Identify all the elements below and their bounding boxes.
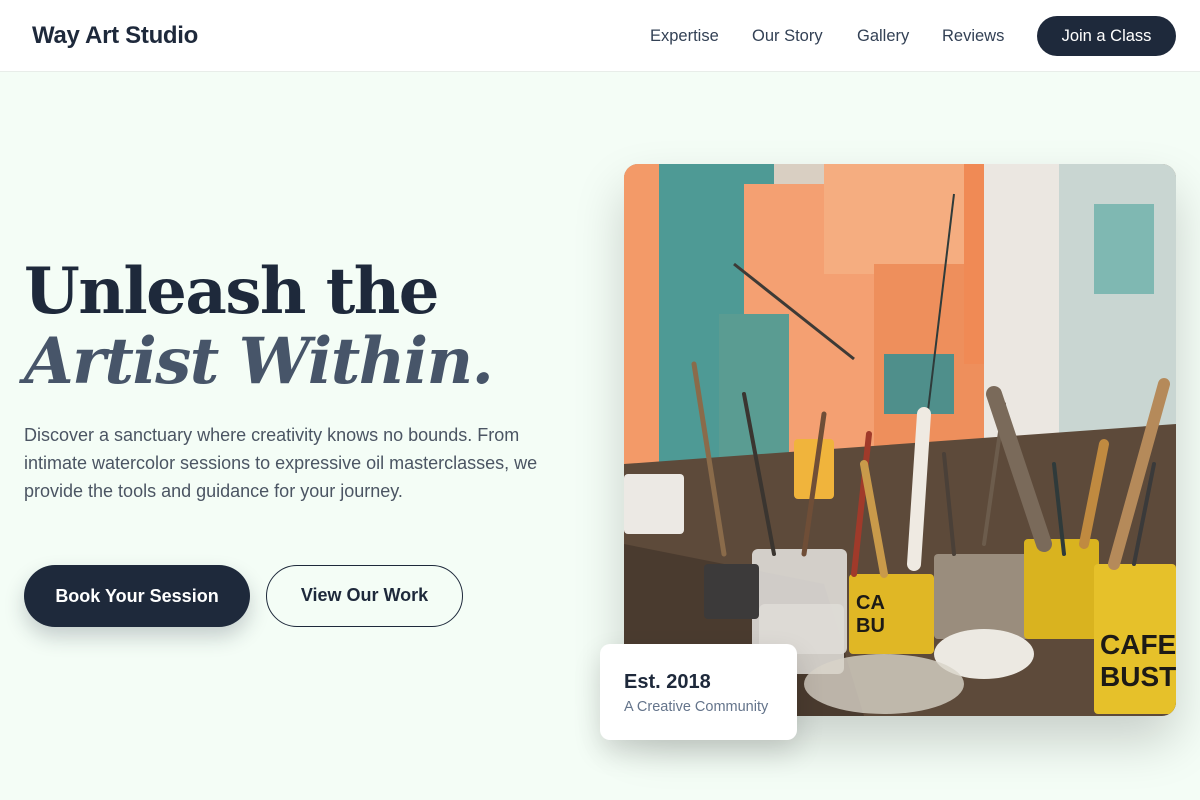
can-label-3: CA <box>856 592 885 614</box>
book-session-button[interactable]: Book Your Session <box>24 565 250 627</box>
hero-description: Discover a sanctuary where creativity kn… <box>24 425 538 501</box>
can-label-2: BUSTE <box>1100 661 1176 692</box>
studio-photo-illustration: CAFE BUSTE CA BU <box>624 164 1176 716</box>
can-label-4: BU <box>856 615 885 637</box>
nav-link-gallery[interactable]: Gallery <box>857 0 909 72</box>
hero-image: CAFE BUSTE CA BU <box>624 164 1176 716</box>
view-work-button[interactable]: View Our Work <box>266 565 463 627</box>
join-class-button[interactable]: Join a Class <box>1037 16 1176 56</box>
nav-link-expertise[interactable]: Expertise <box>650 0 719 72</box>
nav-link-our-story[interactable]: Our Story <box>752 0 823 72</box>
badge-title: Est. 2018 <box>624 671 711 693</box>
nav-link-reviews[interactable]: Reviews <box>942 0 1004 72</box>
site-header: Way Art Studio Expertise Our Story Galle… <box>0 0 1200 72</box>
established-badge: Est. 2018 A Creative Community <box>600 644 797 740</box>
hero-title-line-2: Artist Within. <box>24 324 494 399</box>
brand-logo[interactable]: Way Art Studio <box>32 20 198 52</box>
badge-subtitle: A Creative Community <box>624 699 769 715</box>
hero-title-line-1: Unleash the <box>24 254 440 329</box>
can-label-1: CAFE <box>1100 629 1176 660</box>
